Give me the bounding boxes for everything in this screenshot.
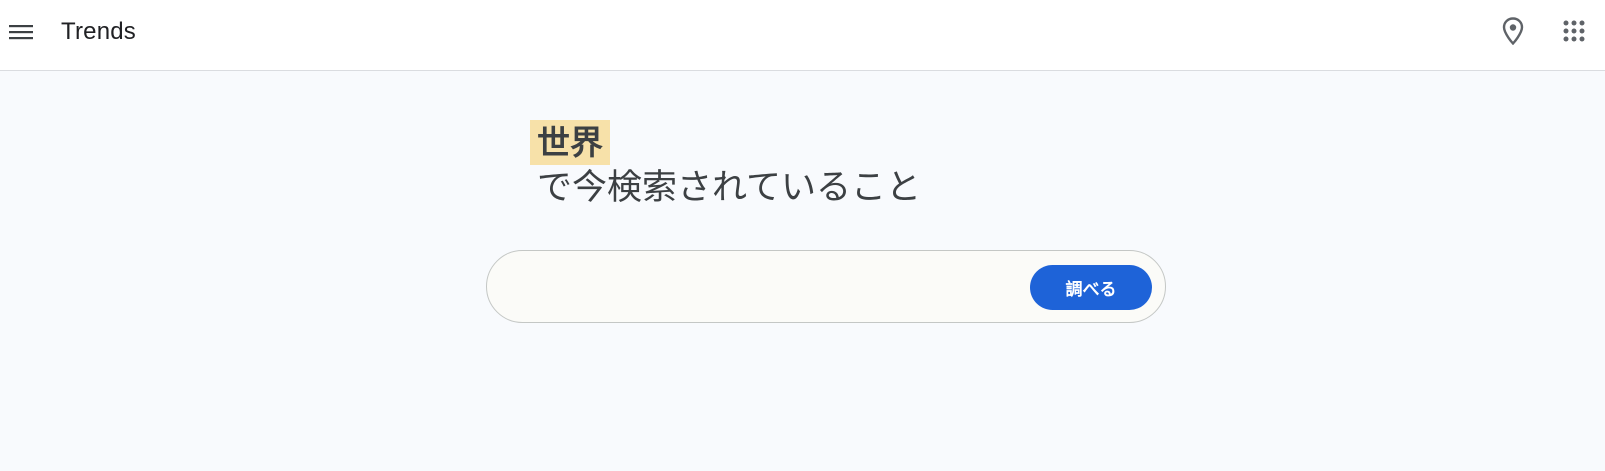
explore-button[interactable]: 調べる <box>1030 265 1152 310</box>
search-input[interactable] <box>511 265 1001 309</box>
top-app-bar: Trends <box>0 0 1605 71</box>
region-selector[interactable]: 世界 <box>530 120 610 165</box>
google-apps-button[interactable] <box>1557 14 1591 48</box>
apps-grid-icon <box>1563 20 1585 42</box>
menu-icon <box>9 25 33 40</box>
main-menu-button[interactable] <box>4 15 38 49</box>
app-title[interactable]: Trends <box>61 18 136 46</box>
location-pin-icon <box>1502 17 1524 45</box>
location-button[interactable] <box>1496 14 1530 48</box>
search-box: 調べる <box>486 250 1166 323</box>
hero-section: 世界 で今検索されていること <box>530 120 921 209</box>
hero-headline: で今検索されていること <box>537 168 921 208</box>
